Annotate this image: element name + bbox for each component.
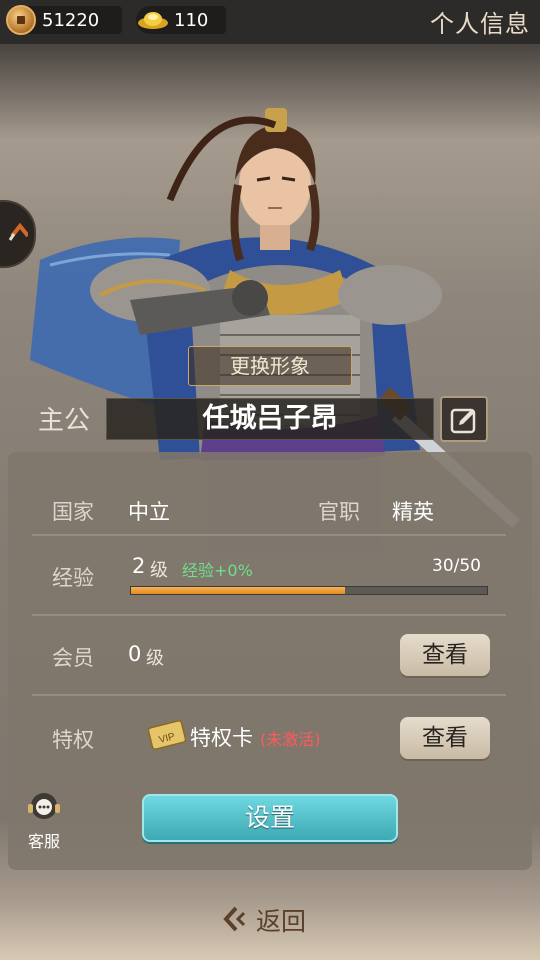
player-level: 2 — [132, 554, 146, 578]
member-level: 0 — [128, 642, 142, 666]
edit-pencil-icon — [450, 408, 476, 434]
member-view-button[interactable]: 查看 — [400, 634, 490, 676]
back-button[interactable]: 返回 — [222, 900, 342, 940]
page-title: 个人信息 — [430, 10, 530, 38]
customer-service-label: 客服 — [27, 832, 60, 851]
divider — [32, 534, 506, 536]
official-rank-value: 精英 — [392, 500, 434, 524]
lord-label: 主公 — [38, 406, 91, 436]
gold-counter: 110 — [136, 6, 226, 34]
gold-value: 110 — [174, 10, 209, 31]
gold-ingot-icon — [138, 12, 168, 29]
country-label: 国家 — [52, 500, 94, 524]
vip-card-icon: VIP — [148, 720, 187, 750]
member-label: 会员 — [52, 646, 94, 670]
back-label: 返回 — [256, 907, 307, 936]
exp-count: 30/50 — [432, 556, 481, 576]
player-level-unit: 级 — [150, 560, 168, 581]
info-panel: 国家 中立 官职 精英 经验 2 级 经验+0% 30/50 会员 0 级 查看… — [8, 452, 532, 870]
customer-service-button[interactable]: 客服 — [20, 792, 68, 851]
divider — [32, 614, 506, 616]
exp-progress-bar — [130, 586, 488, 595]
divider — [32, 694, 506, 696]
privilege-status: (未激活) — [260, 730, 321, 749]
experience-label: 经验 — [52, 566, 94, 590]
member-level-unit: 级 — [146, 648, 164, 669]
edit-name-button[interactable] — [440, 396, 488, 442]
privilege-label: 特权 — [52, 728, 94, 752]
coins-counter: 51220 — [6, 5, 122, 35]
player-name: 任城吕子昂 — [106, 398, 434, 440]
official-rank-label: 官职 — [318, 500, 360, 524]
settings-button[interactable]: 设置 — [142, 794, 398, 842]
top-bar: 51220 110 个人信息 — [0, 0, 540, 44]
privilege-view-button[interactable]: 查看 — [400, 717, 490, 759]
coins-value: 51220 — [42, 10, 100, 31]
exp-progress-fill — [131, 587, 345, 594]
change-appearance-button[interactable]: 更换形象 — [188, 346, 352, 386]
country-value: 中立 — [128, 500, 170, 524]
back-arrow-icon — [223, 906, 246, 932]
customer-service-icon — [28, 793, 60, 819]
privilege-card-label: 特权卡 — [190, 726, 253, 750]
copper-coin-icon — [6, 5, 36, 35]
exp-bonus: 经验+0% — [182, 561, 253, 580]
